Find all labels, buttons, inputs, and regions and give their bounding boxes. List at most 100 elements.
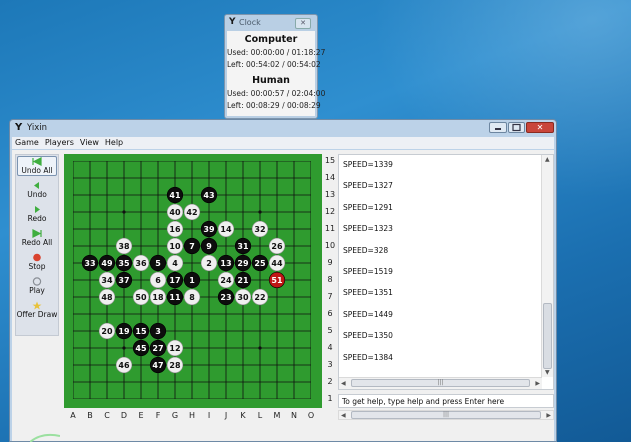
yixin-main-window[interactable]: Y Yixin ✕ Game Players View Help Undo All U… — [9, 119, 557, 442]
move-number: 33 — [84, 259, 95, 268]
time-used: Used: 00:00:00 / 01:18:27 — [227, 48, 326, 57]
row-label: 15 — [324, 156, 336, 165]
stone-white: 34 — [98, 271, 116, 289]
undo-button[interactable]: Undo — [16, 181, 58, 199]
stone-white: 12 — [166, 339, 184, 357]
menu-bar: Game Players View Help — [12, 137, 554, 149]
scroll-left-icon[interactable]: ◀ — [341, 380, 346, 387]
undo-icon — [16, 181, 58, 190]
menu-players[interactable]: Players — [42, 137, 77, 147]
row-label: 8 — [327, 275, 333, 284]
move-number: 14 — [220, 225, 232, 234]
close-icon: ✕ — [536, 123, 544, 132]
redo-label: Redo — [27, 214, 47, 223]
row-label: 14 — [324, 173, 336, 182]
menu-help[interactable]: Help — [102, 137, 126, 147]
scrollbar-thumb[interactable] — [543, 303, 552, 369]
command-horizontal-scrollbar[interactable]: ◀ ||| ▶ — [338, 410, 554, 420]
toolbar: Undo All Undo Redo Redo All Stop Play Of… — [15, 154, 59, 336]
stone-black: 37 — [115, 271, 133, 289]
stone-last: 51 — [268, 271, 286, 289]
client-area: Undo All Undo Redo Redo All Stop Play Of… — [12, 150, 554, 441]
scroll-right-icon[interactable]: ▶ — [535, 380, 540, 387]
move-number: 25 — [254, 259, 266, 268]
stone-black: 33 — [81, 254, 99, 272]
move-number: 44 — [271, 259, 283, 268]
log-line: SPEED=1351 — [343, 288, 393, 298]
move-number: 13 — [220, 259, 231, 268]
column-label: G — [171, 411, 179, 420]
stone-black: 35 — [115, 254, 133, 272]
column-label: J — [224, 411, 228, 420]
move-number: 45 — [135, 344, 147, 353]
move-number: 37 — [118, 276, 129, 285]
move-number: 24 — [220, 276, 232, 285]
command-input[interactable]: To get help, type help and press Enter h… — [338, 394, 554, 408]
row-label: 1 — [327, 394, 333, 403]
move-number: 36 — [135, 259, 147, 268]
stone-white: 24 — [217, 271, 235, 289]
redo-button[interactable]: Redo — [16, 205, 58, 223]
move-number: 23 — [220, 293, 231, 302]
log-vertical-scrollbar[interactable]: ▲ ▼ — [541, 155, 553, 377]
undo-all-button[interactable]: Undo All — [17, 156, 57, 176]
offer-draw-button[interactable]: Offer Draw — [16, 301, 58, 319]
board-grid[interactable]: 1234567891011121314151617181920212223242… — [73, 161, 311, 399]
log-line: SPEED=1327 — [343, 181, 393, 191]
log-horizontal-scrollbar[interactable]: ◀ ||| ▶ — [339, 377, 542, 389]
close-icon[interactable]: ✕ — [295, 18, 311, 29]
move-number: 26 — [271, 242, 283, 251]
stone-white: 14 — [217, 220, 235, 238]
clock-window[interactable]: Y Clock ✕ Computer Used: 00:00:00 / 01:1… — [224, 14, 326, 119]
clock-titlebar[interactable]: Y Clock ✕ — [225, 15, 317, 30]
move-number: 18 — [152, 293, 164, 302]
time-used: Used: 00:00:57 / 02:04:00 — [227, 89, 326, 98]
stone-black: 29 — [234, 254, 252, 272]
column-label: K — [240, 411, 246, 420]
gomoku-board[interactable]: 1 2 3 4 5 6 7 8 9 10 11 12 13 14 15 16 17 18 19 20 21 22 23 24 2… — [64, 154, 322, 408]
move-number: 12 — [169, 344, 180, 353]
minimize-icon — [495, 128, 501, 130]
row-label: 6 — [327, 309, 333, 318]
main-titlebar[interactable]: Y Yixin ✕ — [10, 120, 556, 136]
redo-all-label: Redo All — [21, 238, 53, 247]
window-title: Yixin — [27, 123, 48, 133]
stone-black: 11 — [166, 288, 184, 306]
play-button[interactable]: Play — [16, 277, 58, 295]
maximize-button[interactable] — [508, 122, 525, 133]
move-number: 7 — [189, 242, 195, 251]
close-button[interactable]: ✕ — [526, 122, 554, 133]
stone-white: 40 — [166, 203, 184, 221]
stone-black: 13 — [217, 254, 235, 272]
move-number: 48 — [101, 293, 113, 302]
scroll-left-icon[interactable]: ◀ — [341, 412, 346, 419]
minimize-button[interactable] — [489, 122, 507, 133]
redo-all-button[interactable]: Redo All — [16, 229, 58, 247]
scroll-up-icon[interactable]: ▲ — [545, 156, 550, 163]
scroll-down-icon[interactable]: ▼ — [545, 369, 550, 376]
move-number: 51 — [271, 276, 283, 285]
star-point — [258, 346, 262, 350]
maximize-icon — [512, 123, 521, 132]
menu-game[interactable]: Game — [12, 137, 42, 147]
move-number: 49 — [101, 259, 113, 268]
play-label: Play — [29, 286, 45, 295]
engine-log[interactable]: SPEED=1339 SPEED=1327 SPEED=1291 SPEED=1323… — [338, 154, 554, 390]
stone-white: 38 — [115, 237, 133, 255]
stone-white: 22 — [251, 288, 269, 306]
log-line: SPEED=1350 — [343, 331, 393, 341]
scrollbar-thumb[interactable]: ||| — [351, 411, 541, 419]
menu-view[interactable]: View — [77, 137, 102, 147]
scroll-right-icon[interactable]: ▶ — [546, 412, 551, 419]
log-line: SPEED=1339 — [343, 160, 393, 169]
stone-white: 4 — [166, 254, 184, 272]
column-label: B — [87, 411, 93, 420]
row-label: 9 — [327, 258, 333, 267]
move-number: 16 — [169, 225, 181, 234]
stop-button[interactable]: Stop — [16, 253, 58, 271]
stone-black: 27 — [149, 339, 167, 357]
row-label: 13 — [324, 190, 336, 199]
move-number: 31 — [237, 242, 249, 251]
scrollbar-thumb[interactable]: ||| — [351, 379, 530, 387]
move-number: 6 — [155, 276, 161, 285]
